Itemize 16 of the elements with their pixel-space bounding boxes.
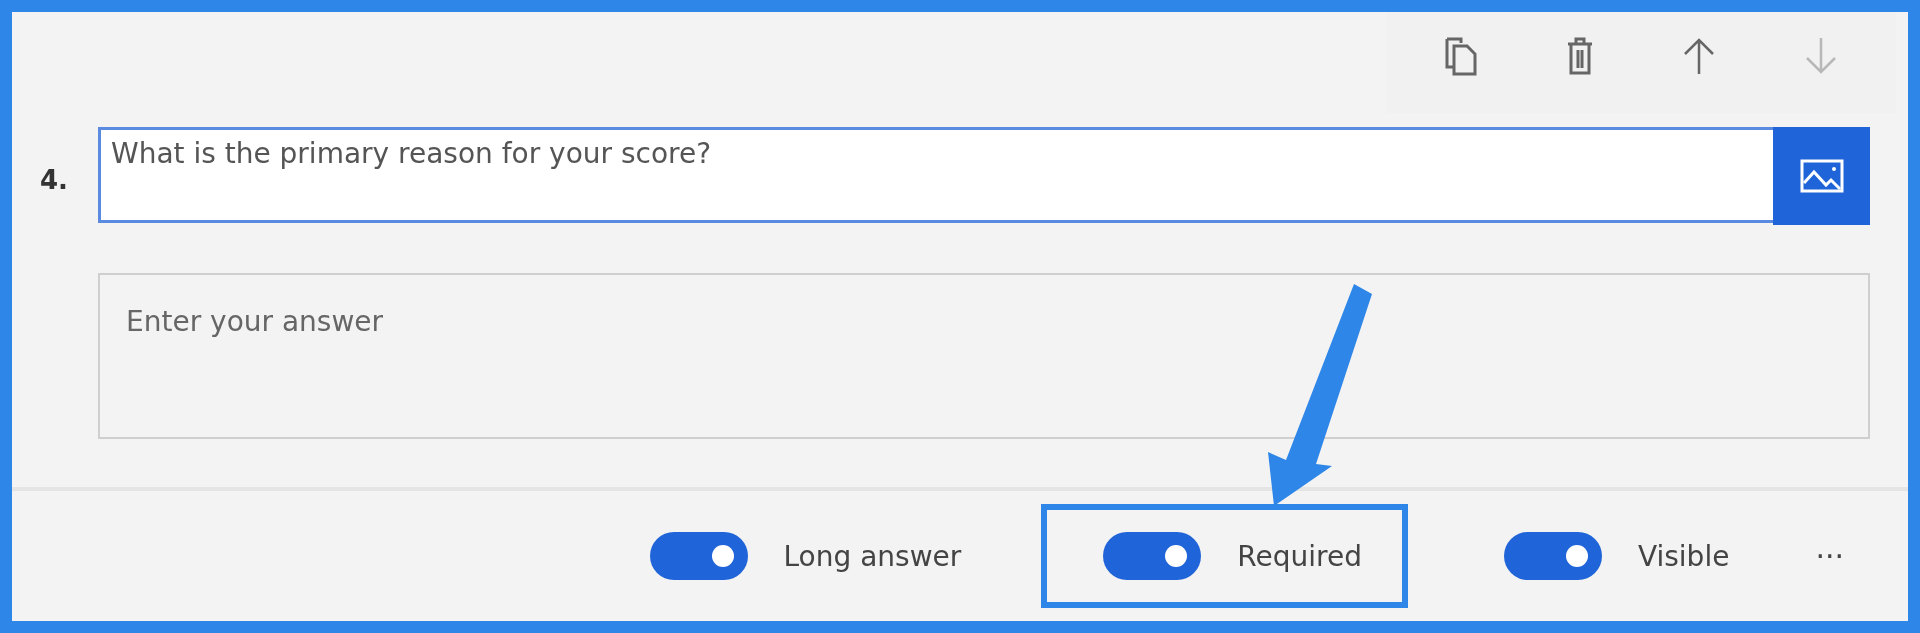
answer-field[interactable]: Enter your answer: [98, 273, 1870, 439]
toggle-label: Long answer: [783, 539, 962, 573]
more-options-button[interactable]: ···: [1809, 537, 1850, 575]
question-number: 4.: [40, 164, 69, 197]
question-field[interactable]: What is the primary reason for your score?: [98, 127, 1773, 223]
copy-icon: [1444, 36, 1478, 76]
insert-image-button[interactable]: [1773, 127, 1870, 225]
arrow-down-icon: [1804, 36, 1838, 76]
toggle-switch[interactable]: [649, 532, 748, 580]
image-icon: [1799, 159, 1844, 193]
toggle-switch[interactable]: [1503, 532, 1602, 580]
trash-icon: [1566, 36, 1594, 76]
toggle-label: Visible: [1637, 539, 1730, 573]
toggle-label: Required: [1237, 539, 1362, 573]
arrow-up-icon: [1682, 36, 1716, 76]
toggle-switch[interactable]: [1103, 532, 1202, 580]
